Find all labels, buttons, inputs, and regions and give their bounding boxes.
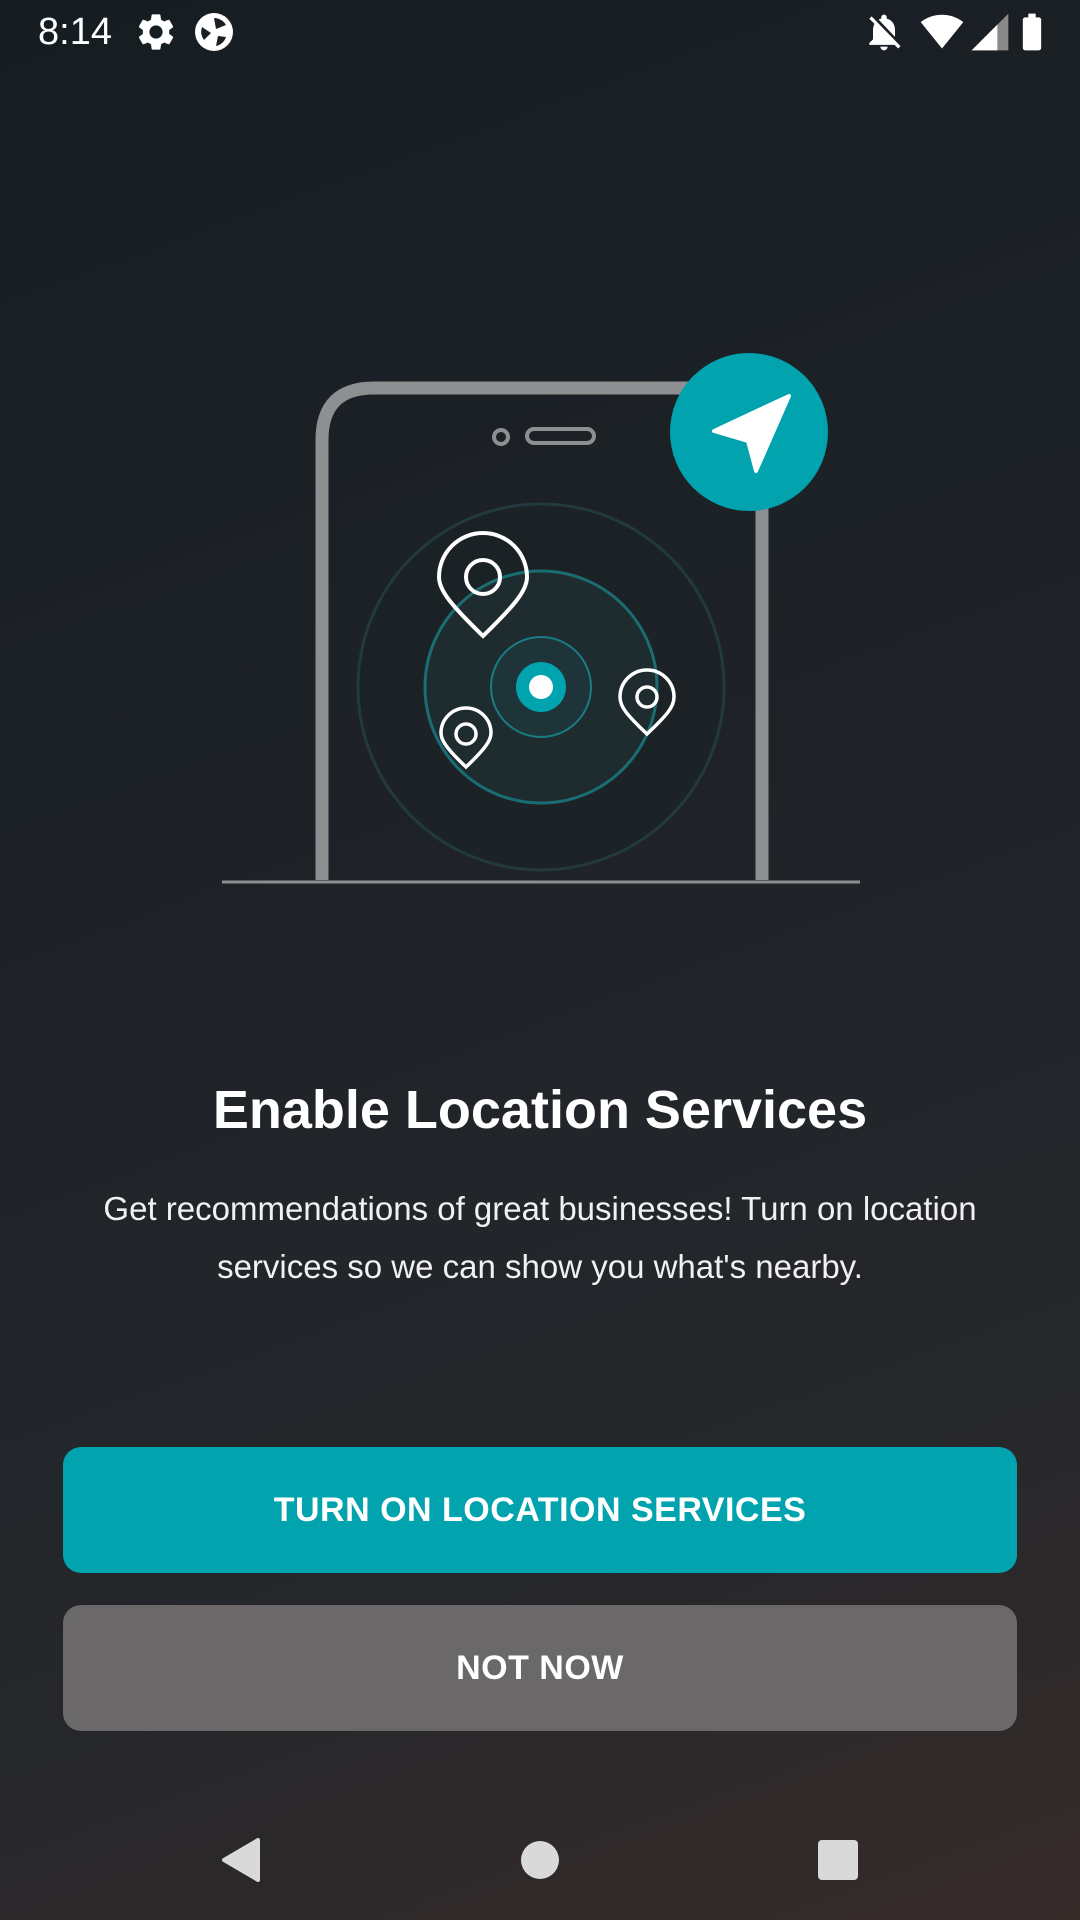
page-title: Enable Location Services — [212, 1080, 868, 1140]
navigation-arrow-icon — [670, 353, 828, 511]
description-text: Get recommendations of great businesses!… — [103, 1190, 977, 1285]
back-icon[interactable] — [210, 1830, 270, 1890]
not-now-button[interactable]: NOT NOW — [63, 1605, 1017, 1731]
system-nav-bar — [0, 1800, 1080, 1920]
recents-icon[interactable] — [808, 1830, 868, 1890]
current-location-dot — [516, 662, 566, 712]
home-icon[interactable] — [510, 1830, 570, 1890]
turn-on-location-button[interactable]: TURN ON LOCATION SERVICES — [63, 1447, 1017, 1573]
